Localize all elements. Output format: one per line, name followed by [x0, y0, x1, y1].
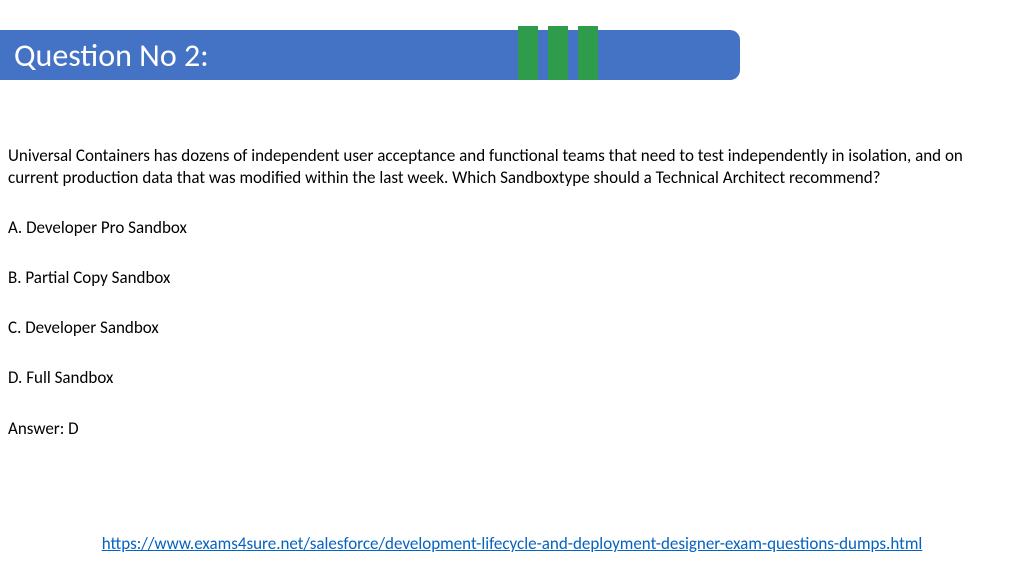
option-b: B. Partial Copy Sandbox	[8, 267, 1008, 289]
question-text: Universal Containers has dozens of indep…	[8, 145, 1008, 189]
stripe-icon	[548, 26, 568, 80]
decorative-stripes	[518, 26, 598, 80]
question-content: Universal Containers has dozens of indep…	[8, 145, 1008, 440]
stripe-icon	[518, 26, 538, 80]
option-a: A. Developer Pro Sandbox	[8, 217, 1008, 239]
footer-link-container: https://www.exams4sure.net/salesforce/de…	[0, 533, 1024, 554]
source-link[interactable]: https://www.exams4sure.net/salesforce/de…	[102, 533, 923, 554]
answer-text: Answer: D	[8, 418, 1008, 440]
question-number-title: Question No 2:	[14, 36, 209, 75]
stripe-icon	[578, 26, 598, 80]
option-c: C. Developer Sandbox	[8, 317, 1008, 339]
option-d: D. Full Sandbox	[8, 367, 1008, 389]
title-bar: Question No 2:	[0, 30, 740, 80]
